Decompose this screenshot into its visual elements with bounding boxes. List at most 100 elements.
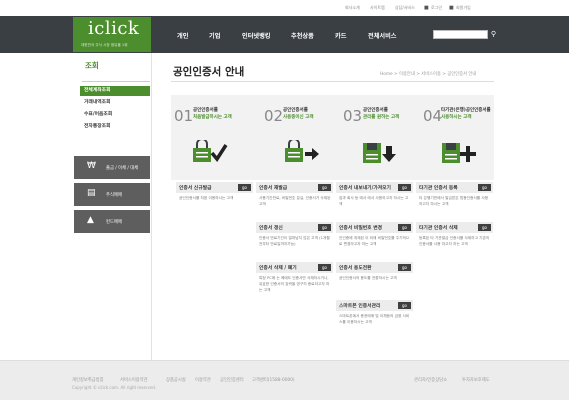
quick-fund-button[interactable]: ▲ 펀드매매 xyxy=(74,210,150,233)
go-button[interactable]: go xyxy=(318,184,331,191)
util-link-company[interactable]: 회사소개 xyxy=(345,5,360,11)
lock-icon: ■ xyxy=(449,5,454,11)
footer-link-admin[interactable]: 관리자/인증상담소 xyxy=(414,377,447,383)
go-button[interactable]: go xyxy=(318,224,331,231)
go-button[interactable]: go xyxy=(398,224,411,231)
nav-business[interactable]: 기업 xyxy=(209,31,220,40)
logo[interactable]: iclick 대한민국 주식 시장 점유율 1위 xyxy=(73,17,151,52)
step-number-2: 02 xyxy=(264,107,284,125)
go-button[interactable]: go xyxy=(398,302,411,309)
nav-internet-banking[interactable]: 인터넷뱅킹 xyxy=(242,31,270,40)
nav-personal[interactable]: 개인 xyxy=(177,31,188,40)
sidebar-item-checks[interactable]: 수표/어음조회 xyxy=(82,110,150,120)
card-header: 타기관 인증서 등록 go xyxy=(416,182,493,193)
sidebar-divider xyxy=(82,81,150,82)
footer-link-terms[interactable]: 서비스이용약관 xyxy=(120,377,148,383)
card-desc: 인인증에 개재된 이 외에 비밀번호를 주기적으로 변경하고자 하는 고객 xyxy=(339,236,410,246)
footer-link-investor[interactable]: 투자자보호제도 xyxy=(462,377,490,383)
search-input[interactable] xyxy=(433,30,488,39)
card-change-password: 인증서 비밀번호 변경 go 인인증에 개재된 이 외에 비밀번호를 주기적으로… xyxy=(336,222,413,260)
card-title: 타기관 인증서 등록 xyxy=(419,186,458,191)
util-link-join[interactable]: 회원가입 xyxy=(456,5,471,11)
util-link-login[interactable]: 로그인 xyxy=(431,5,442,11)
card-desc: 타 은행기관에서 발급받은 범용인증서를 사용하고자 하시는 고객 xyxy=(419,196,489,206)
card-desc: 스마트폰에서 증권매매 및 이체등의 금융 서비스를 이용하시는 고객 xyxy=(339,314,410,324)
step-number-4: 04 xyxy=(423,107,443,125)
step-3-line-1: 공인인증서를 xyxy=(363,108,388,113)
logo-tagline: 대한민국 주식 시장 점유율 1위 xyxy=(81,43,128,47)
card-title: 스마트폰 인증서관리 xyxy=(339,304,381,309)
card-title: 인증서 갱신 xyxy=(259,226,283,231)
card-desc: 집과 회사 등 에서 에서 사용하고자 하시는 고객 xyxy=(339,196,409,206)
card-header: 스마트폰 인증서관리 go xyxy=(336,300,413,311)
search-icon[interactable]: ⚲ xyxy=(489,30,498,39)
card-header: 인증서 비밀번호 변경 go xyxy=(336,222,413,233)
card-other-register: 타기관 인증서 등록 go 타 은행기관에서 발급받은 범용인증서를 사용하고자… xyxy=(416,182,493,220)
card-header: 인증서 갱신 go xyxy=(256,222,333,233)
logo-name: iclick xyxy=(88,18,140,39)
step-2-line-1: 공인인증서를 xyxy=(283,108,308,113)
certificate-download-icon xyxy=(363,143,396,163)
card-export-import: 인증서 내보내기/가져오기 go 집과 회사 등 에서 에서 사용하고자 하시는… xyxy=(336,182,413,220)
breadcrumb: Home > 이용안내 > 서비스이용 > 공인인증서 안내 xyxy=(380,72,477,77)
quick-transfer-button[interactable]: ₩ 출금 / 이체 / 대체 xyxy=(74,156,150,179)
quick-transfer-label: 출금 / 이체 / 대체 xyxy=(106,166,139,171)
step-number-1: 01 xyxy=(174,107,194,125)
step-3-line-2: 관리를 원하는 고객 xyxy=(363,115,400,120)
utility-bar: 회사소개 사이트맵 상담/서비스 ■ 로그인 ■ 회원가입 xyxy=(0,0,569,16)
quick-stock-label: 주식매매 xyxy=(106,193,122,198)
step-desc-1: 공인인증서를 처음발급하시는 고객 xyxy=(193,107,232,121)
go-button[interactable]: go xyxy=(478,184,491,191)
step-desc-3: 공인인증서를 관리를 원하는 고객 xyxy=(363,107,399,121)
card-header: 인증서 신규발급 go xyxy=(176,182,253,193)
util-link-support[interactable]: 상담/서비스 xyxy=(395,5,415,11)
step-1-line-1: 공인인증서를 xyxy=(193,108,218,113)
card-desc: 등록된 타 기관발급 인증서를 삭제하고 기존의 인증서를 사용 하고자 하는 … xyxy=(419,236,490,246)
certificate-check-icon xyxy=(193,140,228,162)
card-other-delete: 타기관 인증서 삭제 go 등록된 타 기관발급 인증서를 삭제하고 기존의 인… xyxy=(416,222,493,260)
step-2-line-2: 사용중이신 고객 xyxy=(283,115,314,120)
go-button[interactable]: go xyxy=(318,264,331,271)
certificate-export-icon xyxy=(285,140,319,162)
card-header: 인증서 용도전환 go xyxy=(336,262,413,273)
sidebar-item-e-bankbook[interactable]: 전자통장조회 xyxy=(82,122,150,132)
card-title: 인증서 내보내기/가져오기 xyxy=(339,186,391,191)
card-title: 인증서 비밀번호 변경 xyxy=(339,226,383,231)
nav-card[interactable]: 카드 xyxy=(335,31,346,40)
step-1-line-2: 처음발급하시는 고객 xyxy=(193,115,232,120)
go-button[interactable]: go xyxy=(478,224,491,231)
go-button[interactable]: go xyxy=(398,264,411,271)
nav-recommended[interactable]: 추천상품 xyxy=(291,31,314,40)
go-button[interactable]: go xyxy=(238,184,251,191)
card-desc: 사용기간만료, 비밀번호 분실, 인증서가 삭제된 고객 xyxy=(259,196,331,206)
step-number-3: 03 xyxy=(343,107,363,125)
chart-icon: ▤ xyxy=(87,188,96,198)
card-title: 타기관 인증서 삭제 xyxy=(419,226,458,231)
card-header: 인증서 내보내기/가져오기 go xyxy=(336,182,413,193)
util-link-sitemap[interactable]: 사이트맵 xyxy=(370,5,385,11)
card-title: 인증서 재발급 xyxy=(259,186,288,191)
user-icon: ■ xyxy=(424,5,429,11)
certificate-add-icon xyxy=(442,143,476,163)
step-4-line-2: 사용하시는 고객 xyxy=(441,115,472,120)
card-desc: 공인인증서를 처음 이용하시는 고객 xyxy=(179,196,234,200)
go-button[interactable]: go xyxy=(398,184,411,191)
card-delete-revoke: 인증서 삭제 / 폐기 go 특정 PC에 는 예에도 인증서만 삭제하시거나,… xyxy=(256,262,333,312)
footer-link-customer-center[interactable]: 고객센터(1588-0000) xyxy=(252,377,295,383)
footer-link-usage[interactable]: 이용약관 xyxy=(195,377,211,383)
footer-link-privacy[interactable]: 개인정보취급방침 xyxy=(72,377,104,383)
footer-link-cert-center[interactable]: 공인인증센터 xyxy=(220,377,244,383)
sidebar-item-all-accounts[interactable]: 전체계좌조회 xyxy=(80,86,150,96)
sidebar-item-transactions[interactable]: 거래내역조회 xyxy=(82,98,150,108)
card-reissue: 인증서 재발급 go 사용기간만료, 비밀번호 분실, 인증서가 삭제된 고객 xyxy=(256,182,333,220)
card-header: 인증서 재발급 go xyxy=(256,182,333,193)
card-title: 인증서 삭제 / 폐기 xyxy=(259,266,297,271)
step-desc-2: 공인인증서를 사용중이신 고객 xyxy=(283,107,314,121)
footer-link-products[interactable]: 상품공시실 xyxy=(166,377,186,383)
coin-icon: ₩ xyxy=(87,161,96,171)
sidebar-title: 조회 xyxy=(85,61,99,70)
card-smartphone: 스마트폰 인증서관리 go 스마트폰에서 증권매매 및 이체등의 금융 서비스를… xyxy=(336,300,413,338)
step-desc-4: 타기관(은행)공인인증서를 사용하시는 고객 xyxy=(441,107,491,121)
nav-all-services[interactable]: 전체서비스 xyxy=(368,31,396,40)
quick-stock-button[interactable]: ▤ 주식매매 xyxy=(74,183,150,206)
